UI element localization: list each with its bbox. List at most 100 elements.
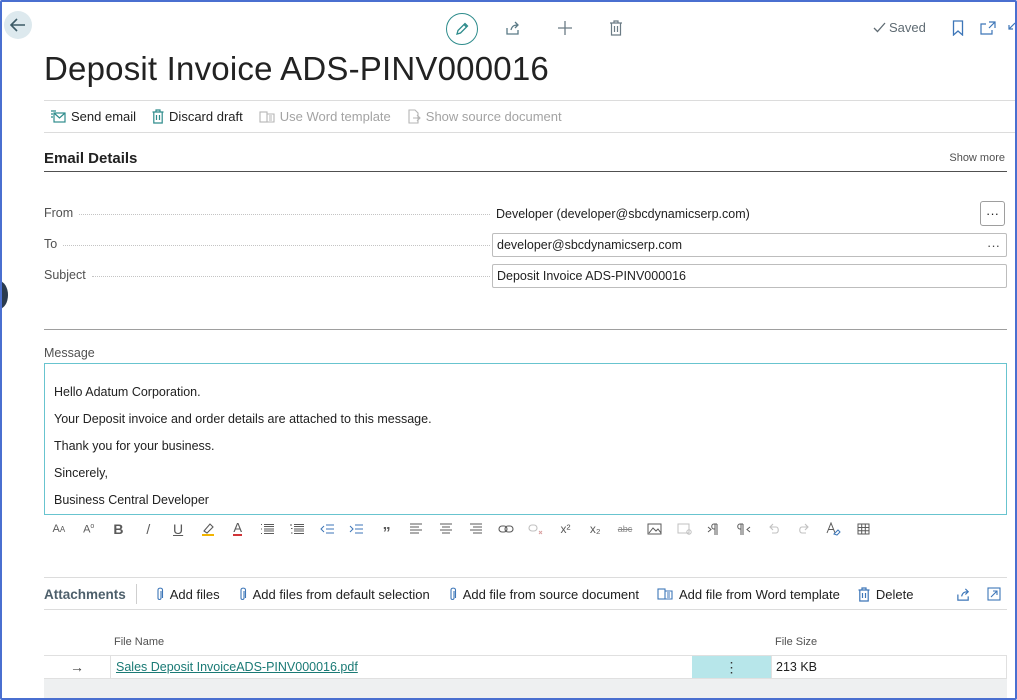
align-left-button[interactable] [402,523,432,535]
add-files-button[interactable]: Add files [155,587,220,602]
bullets-button[interactable] [253,523,283,535]
italic-icon: / [146,521,151,537]
align-left-icon [410,523,423,534]
insert-link-button[interactable] [491,524,521,534]
to-label: To [44,237,58,251]
edit-button[interactable] [446,13,478,45]
send-email-label: Send email [71,109,137,124]
pencil-icon [456,22,469,35]
to-field[interactable]: developer@sbcdynamicserp.com ··· [492,233,1007,257]
bold-icon: B [113,521,124,537]
side-panel-tab[interactable] [2,281,8,309]
app-window: Saved Deposit Invoice ADS-PINV000016 Sen… [0,0,1017,700]
font-color-button[interactable]: A [223,520,253,536]
rtl-button[interactable] [729,523,759,536]
ltr-button[interactable] [700,523,730,536]
table-row[interactable]: → Sales Deposit InvoiceADS-PINV000016.pd… [44,655,1007,679]
new-button[interactable] [556,19,574,37]
increase-indent-button[interactable] [342,523,372,535]
bold-button[interactable]: B [104,521,134,537]
trash-icon [858,586,870,602]
redo-button[interactable] [789,523,819,535]
envelope-icon [51,110,66,123]
clear-formatting-button[interactable] [819,522,849,536]
add-files-default-button[interactable]: Add files from default selection [238,587,430,602]
add-file-source-label: Add file from source document [462,586,639,602]
show-source-document-button[interactable]: Show source document [407,109,562,124]
show-source-document-label: Show source document [425,109,562,124]
show-more-link[interactable]: Show more [949,152,1005,164]
to-label-row: To [44,237,492,251]
insert-table-button[interactable] [849,523,879,535]
message-editor[interactable]: Hello Adatum Corporation. Your Deposit i… [44,363,1007,515]
to-lookup-button[interactable]: ··· [987,238,1000,253]
file-size-column-header[interactable]: File Size [775,636,817,648]
from-options-button[interactable]: ··· [980,201,1005,226]
cell-divider [110,656,111,678]
add-file-source-button[interactable]: Add file from source document [448,587,639,602]
trash-icon [610,20,622,36]
left-to-right-icon [708,523,718,535]
share-button[interactable] [504,19,522,37]
message-line: Thank you for your business. [54,439,215,453]
discard-draft-label: Discard draft [169,109,243,124]
add-file-word-button[interactable]: Add file from Word template [657,587,840,602]
row-actions-button[interactable]: ⋮ [692,656,771,678]
unlink-icon [528,524,542,535]
divider [44,100,1015,101]
strikethrough-button[interactable]: abc [610,524,640,534]
font-size-button[interactable]: AA [44,523,74,535]
quote-button[interactable]: „ [372,516,402,538]
link-icon [498,525,514,533]
redo-icon [799,523,810,534]
saved-status: Saved [873,20,926,35]
highlight-button[interactable] [193,521,223,537]
subscript-button[interactable]: x₂ [580,522,610,536]
image-settings-icon [677,523,692,535]
use-word-template-button[interactable]: Use Word template [259,109,391,124]
quote-icon: „ [382,516,391,533]
discard-draft-button[interactable]: Discard draft [152,109,243,124]
insert-image-button[interactable] [640,523,670,535]
attachments-share-button[interactable] [954,585,972,603]
align-center-button[interactable] [431,523,461,535]
collapse-button[interactable] [1005,19,1015,37]
underline-button[interactable]: U [163,521,193,537]
subject-label: Subject [44,268,86,282]
open-new-window-button[interactable] [979,19,997,37]
superscript-button[interactable]: x² [551,522,581,536]
file-name-column-header[interactable]: File Name [114,636,164,648]
highlighter-icon [201,523,214,536]
font-color-icon: A [233,520,243,536]
align-right-button[interactable] [461,523,491,535]
bookmark-button[interactable] [949,19,967,37]
undo-button[interactable] [759,523,789,535]
from-label: From [44,206,74,220]
remove-link-button[interactable] [521,523,551,535]
delete-record-button[interactable] [607,19,625,37]
bullet-list-icon [260,524,274,534]
attachments-expand-button[interactable] [985,585,1003,603]
attachments-bar: Attachments Add files Add files from def… [44,583,931,605]
numbering-button[interactable] [282,523,312,535]
send-email-button[interactable]: Send email [50,109,136,124]
delete-attachment-button[interactable]: Delete [858,586,913,602]
font-style-icon: Ao [83,522,95,536]
align-right-icon [470,523,483,534]
image-properties-button[interactable] [670,523,700,535]
cell-divider [771,656,772,678]
font-style-button[interactable]: Ao [74,523,104,536]
font-size-icon: AA [52,523,66,535]
message-line: Sincerely, [54,466,108,480]
underline-icon: U [173,521,184,537]
back-button[interactable] [4,11,32,39]
file-name-link[interactable]: Sales Deposit InvoiceADS-PINV000016.pdf [116,660,358,674]
subject-value: Deposit Invoice ADS-PINV000016 [497,269,686,283]
paperclip-icon [450,587,456,600]
saved-label: Saved [889,20,926,35]
check-icon [873,22,886,33]
collapse-icon [1008,22,1015,30]
decrease-indent-button[interactable] [312,523,342,535]
italic-button[interactable]: / [133,521,163,537]
subject-field[interactable]: Deposit Invoice ADS-PINV000016 [492,264,1007,288]
